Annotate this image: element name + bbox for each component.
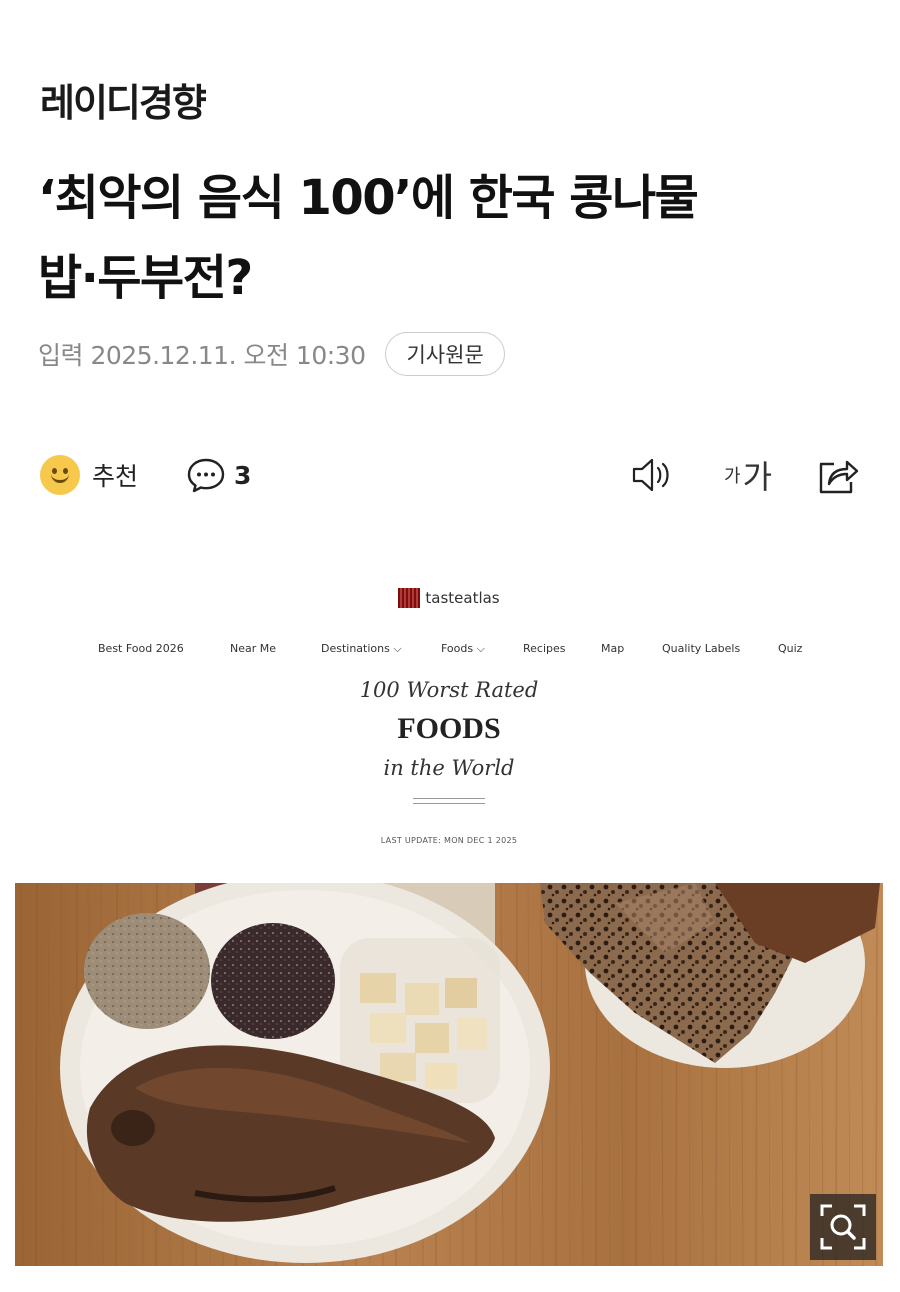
comment-icon [187,458,225,493]
photo-nav-item: Destinations ⌵ [321,642,402,655]
font-size-small-glyph: 가 [724,466,741,487]
recommend-button[interactable]: 추천 [40,450,138,500]
headline-line-2: 밥·두부전? [38,250,253,306]
photo-nav-item: Near Me [230,642,277,655]
food-photo [15,883,883,1266]
smile-icon [40,455,80,495]
font-size-large-glyph: 가 [742,458,773,496]
tasteatlas-logo: tasteatlas [15,588,883,608]
photo-nav-item: Quality Labels [662,642,741,655]
share-button[interactable] [816,450,860,500]
speaker-icon [632,458,669,492]
photo-nav-item: Foods ⌵ [441,642,485,655]
photo-title-divider [413,798,485,804]
tasteatlas-mark-icon [398,588,421,608]
zoom-image-button[interactable] [810,1194,876,1260]
font-size-button[interactable]: 가 가 [724,450,772,500]
photo-last-update: LAST UPDATE: MON DEC 1 2025 [380,836,518,845]
zoom-icon [820,1204,866,1250]
article-photo: tasteatlas Best Food 2026 Near Me Destin… [15,558,883,1266]
article-meta: 입력 2025.12.11. 오전 10:30 기사원문 [38,332,505,376]
comment-count: 3 [234,460,252,490]
photo-nav-item: Recipes [523,642,566,655]
photo-nav-item: Map [601,642,625,655]
tasteatlas-logo-text: tasteatlas [425,589,500,607]
publish-date: 입력 2025.12.11. 오전 10:30 [38,341,366,370]
photo-title-line-1: 100 Worst Rated [359,678,539,702]
photo-title-line-2: FOODS [397,712,501,745]
article-headline: ‘최악의 음식 100’에 한국 콩나물 밥·두부전? [38,158,868,318]
photo-title-line-3: in the World [383,756,515,780]
article-actions-bar: 추천 3 가 가 [40,450,860,500]
headline-line-1: ‘최악의 음식 100’에 한국 콩나물 [38,170,699,226]
original-article-button[interactable]: 기사원문 [385,332,505,376]
photo-nav-item: Best Food 2026 [98,642,184,655]
recommend-label: 추천 [92,462,139,491]
photo-nav-item: Quiz [778,642,803,655]
comment-button[interactable]: 3 [186,450,251,500]
listen-button[interactable] [630,450,676,500]
share-icon [819,460,859,494]
publisher-logo[interactable]: 레이디경향 [40,72,207,127]
